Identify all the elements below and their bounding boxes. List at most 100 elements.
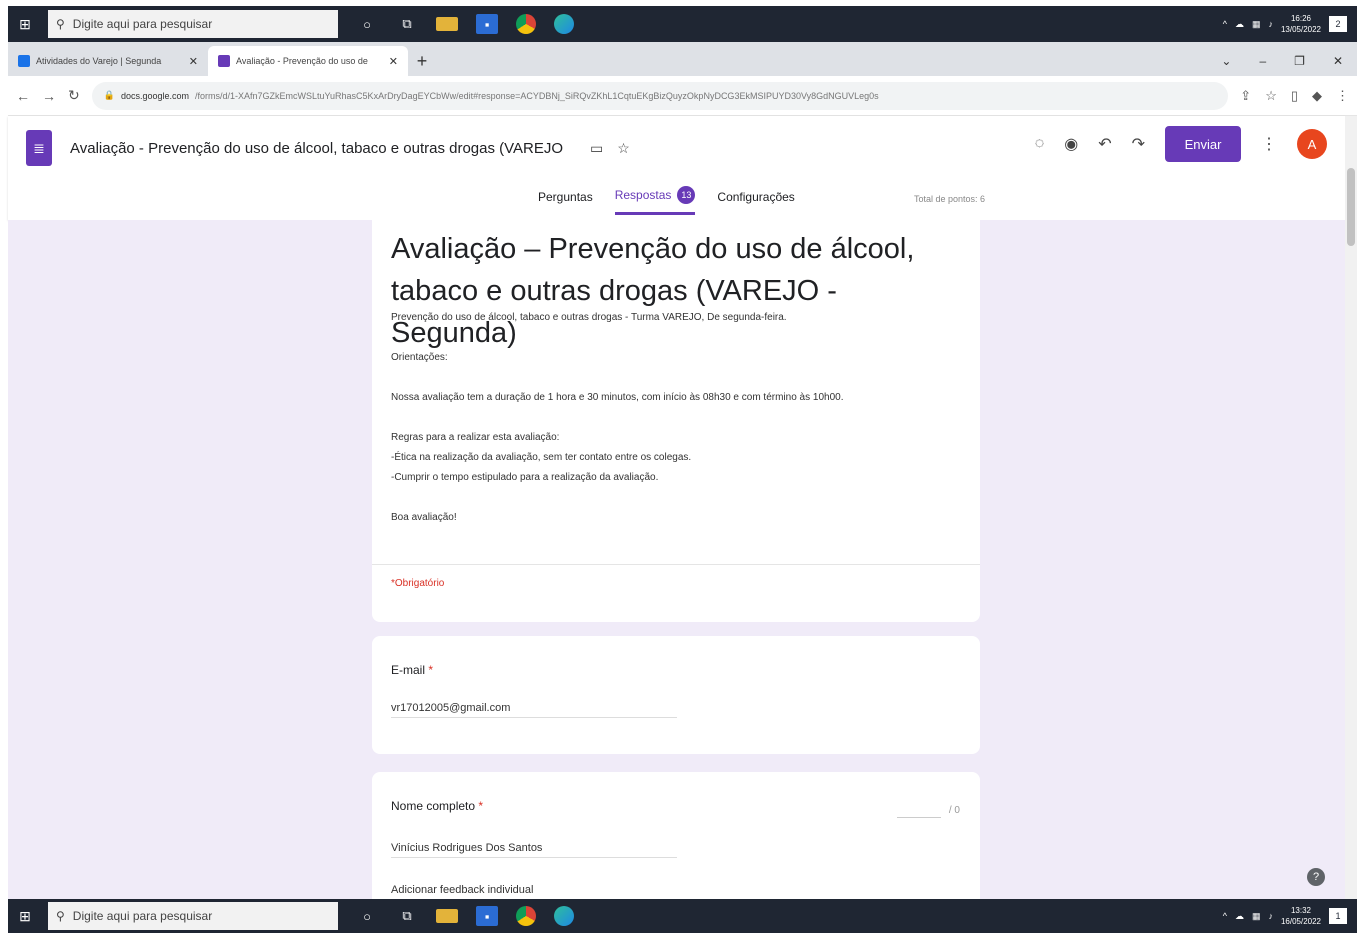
cortana-icon[interactable]: ○ [356, 906, 378, 926]
browser-tab-title: Atividades do Varejo | Segunda [36, 56, 162, 66]
reload-icon[interactable]: ↻ [68, 87, 80, 104]
browser-tab-activities[interactable]: Atividades do Varejo | Segunda ✕ [8, 46, 208, 76]
chrome-icon[interactable] [516, 14, 536, 34]
required-asterisk: * [428, 663, 434, 677]
tab-search-icon[interactable]: ⌄ [1221, 54, 1231, 68]
edge-icon[interactable] [554, 906, 574, 926]
taskbar-clock[interactable]: 16:26 13/05/2022 [1281, 13, 1321, 35]
new-tab-button[interactable]: + [408, 46, 436, 76]
preview-eye-icon[interactable]: ◉ [1064, 134, 1078, 154]
tab-responses-label: Respostas [614, 188, 672, 202]
search-icon: ⚲ [56, 909, 65, 923]
forward-icon[interactable]: → [42, 88, 56, 104]
more-options-icon[interactable]: ⋮ [1261, 134, 1277, 154]
palette-icon[interactable]: ◌ [1035, 135, 1045, 153]
taskbar-search-box[interactable]: ⚲ Digite aqui para pesquisar [48, 10, 338, 38]
close-tab-icon[interactable]: ✕ [189, 55, 198, 68]
taskbar-search-box[interactable]: ⚲ Digite aqui para pesquisar [48, 902, 338, 930]
outlook-icon[interactable]: ▪ [476, 14, 498, 34]
windows-start-icon[interactable]: ⊞ [8, 6, 42, 42]
system-tray: ^ ☁ ▦ ♪ 13:32 16/05/2022 1 [1223, 905, 1357, 927]
volume-icon[interactable]: ♪ [1268, 19, 1273, 29]
taskbar-search-placeholder: Digite aqui para pesquisar [72, 909, 213, 923]
question-label-text: Nome completo [391, 799, 476, 813]
required-note: *Obrigatório [391, 578, 445, 589]
rule-2: -Cumprir o tempo estipulado para a reali… [391, 472, 659, 483]
url-field[interactable]: 🔒 docs.google.com/forms/d/1-XAfn7GZkEmcW… [91, 81, 1229, 110]
rule-1: -Ética na realização da avaliação, sem t… [391, 452, 692, 463]
onedrive-icon[interactable]: ☁ [1235, 911, 1244, 922]
task-view-icon[interactable]: ⧉ [396, 14, 418, 34]
send-button[interactable]: Enviar [1165, 126, 1241, 162]
google-forms-logo-icon[interactable]: ≣ [26, 130, 52, 166]
tab-responses[interactable]: Respostas 13 [614, 186, 696, 215]
edge-icon[interactable] [554, 14, 574, 34]
network-icon[interactable]: ▦ [1252, 19, 1261, 30]
file-explorer-icon[interactable] [436, 17, 458, 31]
undo-icon[interactable]: ↶ [1098, 134, 1111, 154]
browser-menu-icon[interactable]: ⋮ [1336, 88, 1349, 104]
title-card: Avaliação – Prevenção do uso de álcool, … [372, 220, 980, 622]
task-view-icon[interactable]: ⧉ [396, 906, 418, 926]
question-label: Nome completo * [391, 799, 483, 813]
close-window-icon[interactable]: ✕ [1333, 54, 1343, 68]
tab-questions[interactable]: Perguntas [538, 186, 593, 215]
taskbar-time: 16:26 [1290, 14, 1311, 23]
required-asterisk: * [478, 799, 484, 813]
add-feedback-link[interactable]: Adicionar feedback individual [391, 884, 533, 896]
url-path: /forms/d/1-XAfn7GZkEmcWSLtuYuRhasC5KxArD… [195, 90, 879, 101]
close-tab-icon[interactable]: ✕ [389, 55, 398, 68]
score-suffix: / 0 [948, 804, 960, 816]
sidebar-icon[interactable]: ▯ [1291, 88, 1298, 104]
avatar[interactable]: A [1297, 129, 1327, 159]
star-icon[interactable]: ☆ [617, 140, 630, 157]
cortana-icon[interactable]: ○ [356, 14, 378, 34]
scrollbar-thumb[interactable] [1347, 168, 1355, 246]
search-icon: ⚲ [56, 17, 65, 31]
restore-icon[interactable]: ❐ [1294, 54, 1305, 68]
email-answer: vr17012005@gmail.com [391, 702, 677, 718]
folder-icon[interactable]: ▭ [590, 140, 603, 157]
taskbar-top: ⊞ ⚲ Digite aqui para pesquisar ○ ⧉ ▪ ^ ☁… [8, 6, 1357, 42]
minimize-icon[interactable]: – [1259, 54, 1266, 68]
redo-icon[interactable]: ↷ [1132, 134, 1145, 154]
tray-chevron-icon[interactable]: ^ [1223, 19, 1227, 29]
score-field: / 0 [896, 802, 960, 818]
back-icon[interactable]: ← [16, 88, 30, 104]
volume-icon[interactable]: ♪ [1268, 911, 1273, 921]
address-bar-row: ← → ↻ 🔒 docs.google.com/forms/d/1-XAfn7G… [8, 76, 1357, 116]
share-icon[interactable]: ⇪ [1240, 88, 1251, 104]
taskbar-clock[interactable]: 13:32 16/05/2022 [1281, 905, 1321, 927]
notification-icon[interactable]: 2 [1329, 16, 1347, 32]
name-answer: Vinícius Rodrigues Dos Santos [391, 842, 677, 858]
scrollbar[interactable] [1345, 116, 1357, 899]
responses-count-badge: 13 [677, 186, 696, 204]
form-doc-title[interactable]: Avaliação - Prevenção do uso de álcool, … [70, 140, 563, 157]
taskbar-time: 13:32 [1290, 906, 1311, 915]
help-icon[interactable]: ? [1307, 868, 1325, 886]
taskbar-bottom: ⊞ ⚲ Digite aqui para pesquisar ○ ⧉ ▪ ^ ☁… [8, 899, 1357, 933]
question-card-name: Nome completo * / 0 Vinícius Rodrigues D… [372, 772, 980, 899]
taskbar-search-placeholder: Digite aqui para pesquisar [72, 17, 213, 31]
network-icon[interactable]: ▦ [1252, 911, 1261, 922]
form-content-area: Avaliação – Prevenção do uso de álcool, … [8, 220, 1345, 899]
taskbar-date: 13/05/2022 [1280, 25, 1321, 34]
form-tabs: Perguntas Respostas 13 Configurações [538, 186, 795, 215]
question-card-email: E-mail * vr17012005@gmail.com [372, 636, 980, 754]
onedrive-icon[interactable]: ☁ [1235, 19, 1244, 30]
tray-chevron-icon[interactable]: ^ [1223, 911, 1227, 921]
chrome-icon[interactable] [516, 906, 536, 926]
file-explorer-icon[interactable] [436, 909, 458, 923]
orientations-label: Orientações: [391, 352, 448, 363]
windows-start-icon[interactable]: ⊞ [8, 899, 42, 933]
browser-tab-form[interactable]: Avaliação - Prevenção do uso de ✕ [208, 46, 408, 76]
question-label: E-mail * [391, 663, 433, 677]
divider [372, 564, 980, 565]
outlook-icon[interactable]: ▪ [476, 906, 498, 926]
extension-icon[interactable]: ◆ [1312, 88, 1322, 104]
bookmark-star-icon[interactable]: ☆ [1265, 88, 1277, 104]
score-input[interactable] [896, 802, 941, 818]
tab-settings[interactable]: Configurações [717, 186, 794, 215]
url-host: docs.google.com [120, 90, 189, 101]
notification-icon[interactable]: 1 [1329, 908, 1347, 924]
